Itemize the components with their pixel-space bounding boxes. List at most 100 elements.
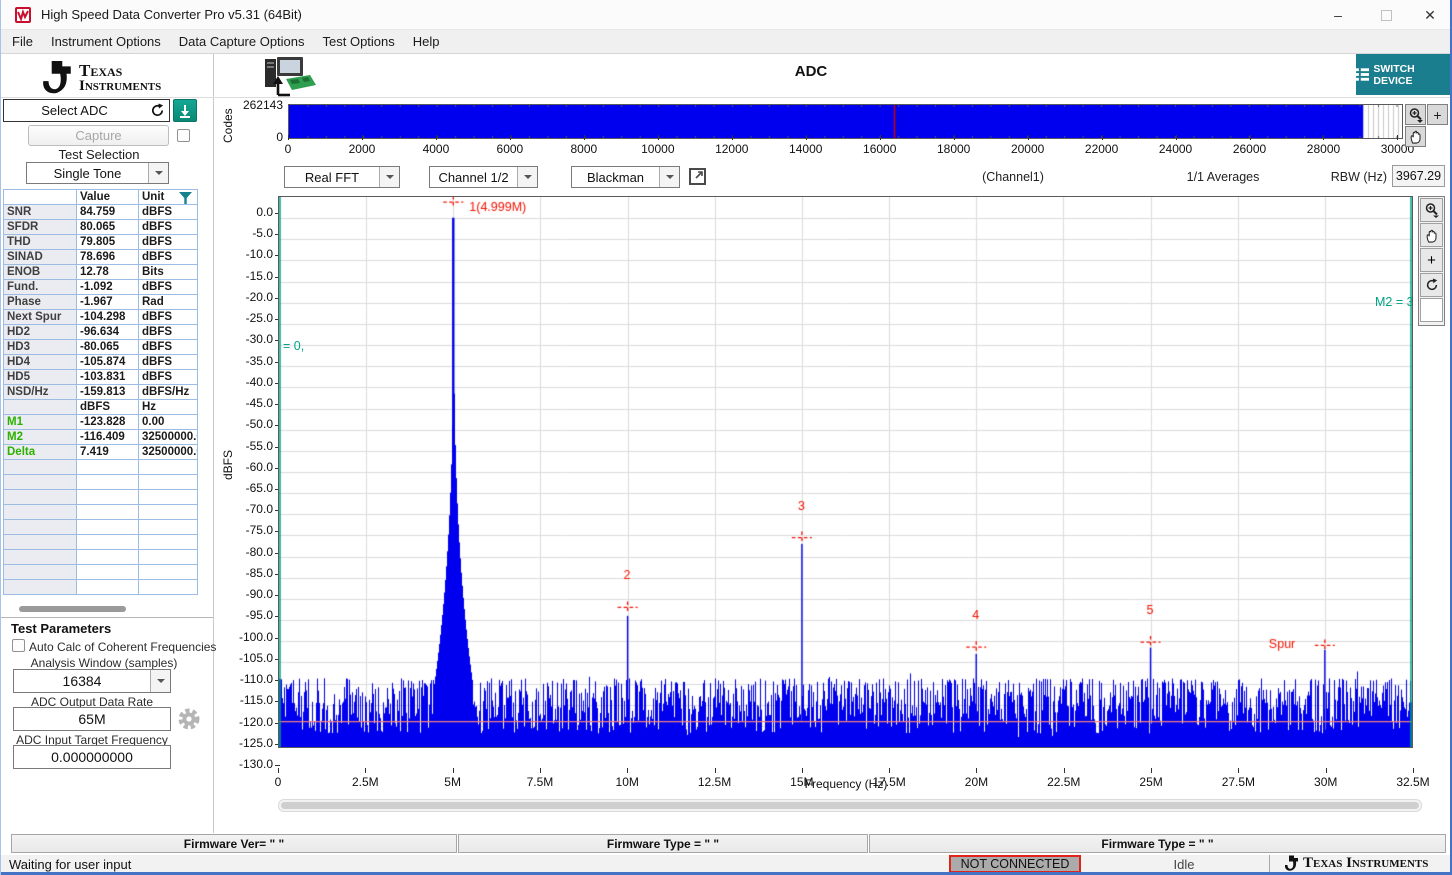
time-zoom-icon[interactable] <box>1405 104 1426 125</box>
list-icon <box>1356 68 1369 81</box>
table-row[interactable] <box>4 490 198 505</box>
fft-h-scrollbar[interactable] <box>278 799 1422 812</box>
fft-y-tick-label: -85.0 <box>227 566 273 580</box>
fft-plot[interactable]: = 0, M2 = 3 <box>278 196 1413 748</box>
download-ini-button[interactable] <box>173 99 197 122</box>
table-row[interactable] <box>4 580 198 595</box>
fft-x-tick-label: 32.5M <box>1378 775 1448 789</box>
fft-type-dropdown[interactable]: Real FFT <box>284 166 400 188</box>
output-rate-input[interactable]: 65M <box>13 707 171 731</box>
time-x-tick-label: 18000 <box>919 142 989 156</box>
fft-color-swatch[interactable] <box>1420 298 1443 322</box>
table-row[interactable] <box>4 460 198 475</box>
table-row[interactable]: NSD/Hz-159.813dBFS/Hz <box>4 385 198 400</box>
table-row[interactable] <box>4 505 198 520</box>
table-row[interactable]: M2-116.40932500000.0 <box>4 430 198 445</box>
chevron-down-icon[interactable] <box>659 167 679 187</box>
table-row[interactable]: HD2-96.634dBFS <box>4 325 198 340</box>
fft-h-scrollbar-thumb[interactable] <box>281 802 1419 809</box>
table-row[interactable]: THD79.805dBFS <box>4 235 198 250</box>
table-row[interactable]: Phase-1.967Rad <box>4 295 198 310</box>
capture-checkbox[interactable] <box>177 129 190 142</box>
time-x-tick-label: 6000 <box>475 142 545 156</box>
sidebar-table-scrollbar[interactable] <box>19 606 126 612</box>
time-x-tick-label: 4000 <box>401 142 471 156</box>
idle-status: Idle <box>1151 857 1217 872</box>
status-bar <box>1 855 1452 872</box>
channel-dropdown[interactable]: Channel 1/2 <box>429 166 538 188</box>
window-fn-dropdown[interactable]: Blackman <box>571 166 680 188</box>
table-row[interactable]: Next Spur-104.298dBFS <box>4 310 198 325</box>
fft-y-tick-label: -10.0 <box>227 247 273 261</box>
table-row[interactable]: Fund.-1.092dBFS <box>4 280 198 295</box>
test-selection-dropdown[interactable]: Single Tone <box>26 162 169 184</box>
test-selection-label: Test Selection <box>1 147 197 162</box>
table-row[interactable]: HD4-105.874dBFS <box>4 355 198 370</box>
table-row[interactable]: SNR84.759dBFS <box>4 205 198 220</box>
menu-help[interactable]: Help <box>404 30 449 53</box>
fft-y-tick-label: -75.0 <box>227 523 273 537</box>
analysis-window-value: 16384 <box>14 670 150 692</box>
input-freq-input[interactable]: 0.000000000 <box>13 745 171 769</box>
table-row[interactable] <box>4 550 198 565</box>
status-divider <box>1269 855 1270 872</box>
fft-zoom-icon[interactable] <box>1420 198 1443 222</box>
fft-type-value: Real FFT <box>285 167 379 187</box>
auto-calc-checkbox[interactable] <box>12 639 25 652</box>
table-row[interactable]: SFDR80.065dBFS <box>4 220 198 235</box>
averages-label: 1/1 Averages <box>1173 170 1273 184</box>
header-divider <box>1 97 1452 98</box>
table-row[interactable] <box>4 520 198 535</box>
fft-y-tick-label: -60.0 <box>227 460 273 474</box>
fft-y-tick-label: -50.0 <box>227 417 273 431</box>
menu-data-capture-options[interactable]: Data Capture Options <box>170 30 314 53</box>
popout-icon[interactable] <box>689 168 706 185</box>
menu-test-options[interactable]: Test Options <box>314 30 404 53</box>
time-x-tick-label: 12000 <box>697 142 767 156</box>
minimize-button[interactable]: – <box>1315 0 1361 30</box>
fft-y-tick-label: -130.0 <box>227 757 273 771</box>
fft-y-tick-label: -100.0 <box>227 630 273 644</box>
chevron-down-icon[interactable] <box>517 167 537 187</box>
table-row[interactable]: HD5-103.831dBFS <box>4 370 198 385</box>
fft-crosshair-icon[interactable]: + <box>1420 248 1443 272</box>
analysis-window-dropdown[interactable]: 16384 <box>13 669 171 693</box>
time-x-tick-label: 0 <box>253 142 323 156</box>
table-row[interactable]: ENOB12.78Bits <box>4 265 198 280</box>
table-row[interactable]: Delta7.41932500000.0 <box>4 445 198 460</box>
refresh-icon[interactable] <box>145 100 169 121</box>
fft-reset-icon[interactable] <box>1420 273 1443 297</box>
chevron-down-icon[interactable] <box>379 167 399 187</box>
sidebar-separator <box>1 617 213 619</box>
time-pan-hand-icon[interactable] <box>1405 126 1426 147</box>
select-adc-label: Select ADC <box>4 100 145 121</box>
table-row[interactable]: SINAD78.696dBFS <box>4 250 198 265</box>
table-row[interactable]: M1-123.8280.00 <box>4 415 198 430</box>
filter-funnel-icon[interactable] <box>179 191 192 209</box>
table-row[interactable] <box>4 565 198 580</box>
table-row[interactable]: dBFSHz <box>4 400 198 415</box>
table-row[interactable]: HD3-80.065dBFS <box>4 340 198 355</box>
chevron-down-icon[interactable] <box>148 163 168 183</box>
close-button[interactable]: ✕ <box>1407 0 1452 30</box>
switch-device-button[interactable]: SWITCH DEVICE <box>1356 54 1452 95</box>
fft-y-tick-label: -20.0 <box>227 290 273 304</box>
time-x-tick-label: 10000 <box>623 142 693 156</box>
gear-icon[interactable] <box>177 707 201 736</box>
fft-x-tick-label: 20M <box>941 775 1011 789</box>
table-row[interactable] <box>4 475 198 490</box>
table-row[interactable] <box>4 535 198 550</box>
select-adc-dropdown[interactable]: Select ADC <box>3 99 170 122</box>
test-selection-value: Single Tone <box>27 163 148 183</box>
time-domain-plot[interactable] <box>288 104 1403 139</box>
menu-instrument-options[interactable]: Instrument Options <box>42 30 170 53</box>
maximize-button[interactable] <box>1363 0 1409 30</box>
fft-y-tick-label: -125.0 <box>227 736 273 750</box>
fft-y-tick-label: -30.0 <box>227 332 273 346</box>
capture-button[interactable]: Capture <box>28 125 169 146</box>
ti-logo-icon <box>39 60 75 101</box>
fft-pan-hand-icon[interactable] <box>1420 223 1443 247</box>
time-crosshair-icon[interactable]: + <box>1427 104 1448 125</box>
menu-file[interactable]: File <box>3 30 42 53</box>
chevron-down-icon[interactable] <box>150 670 170 692</box>
